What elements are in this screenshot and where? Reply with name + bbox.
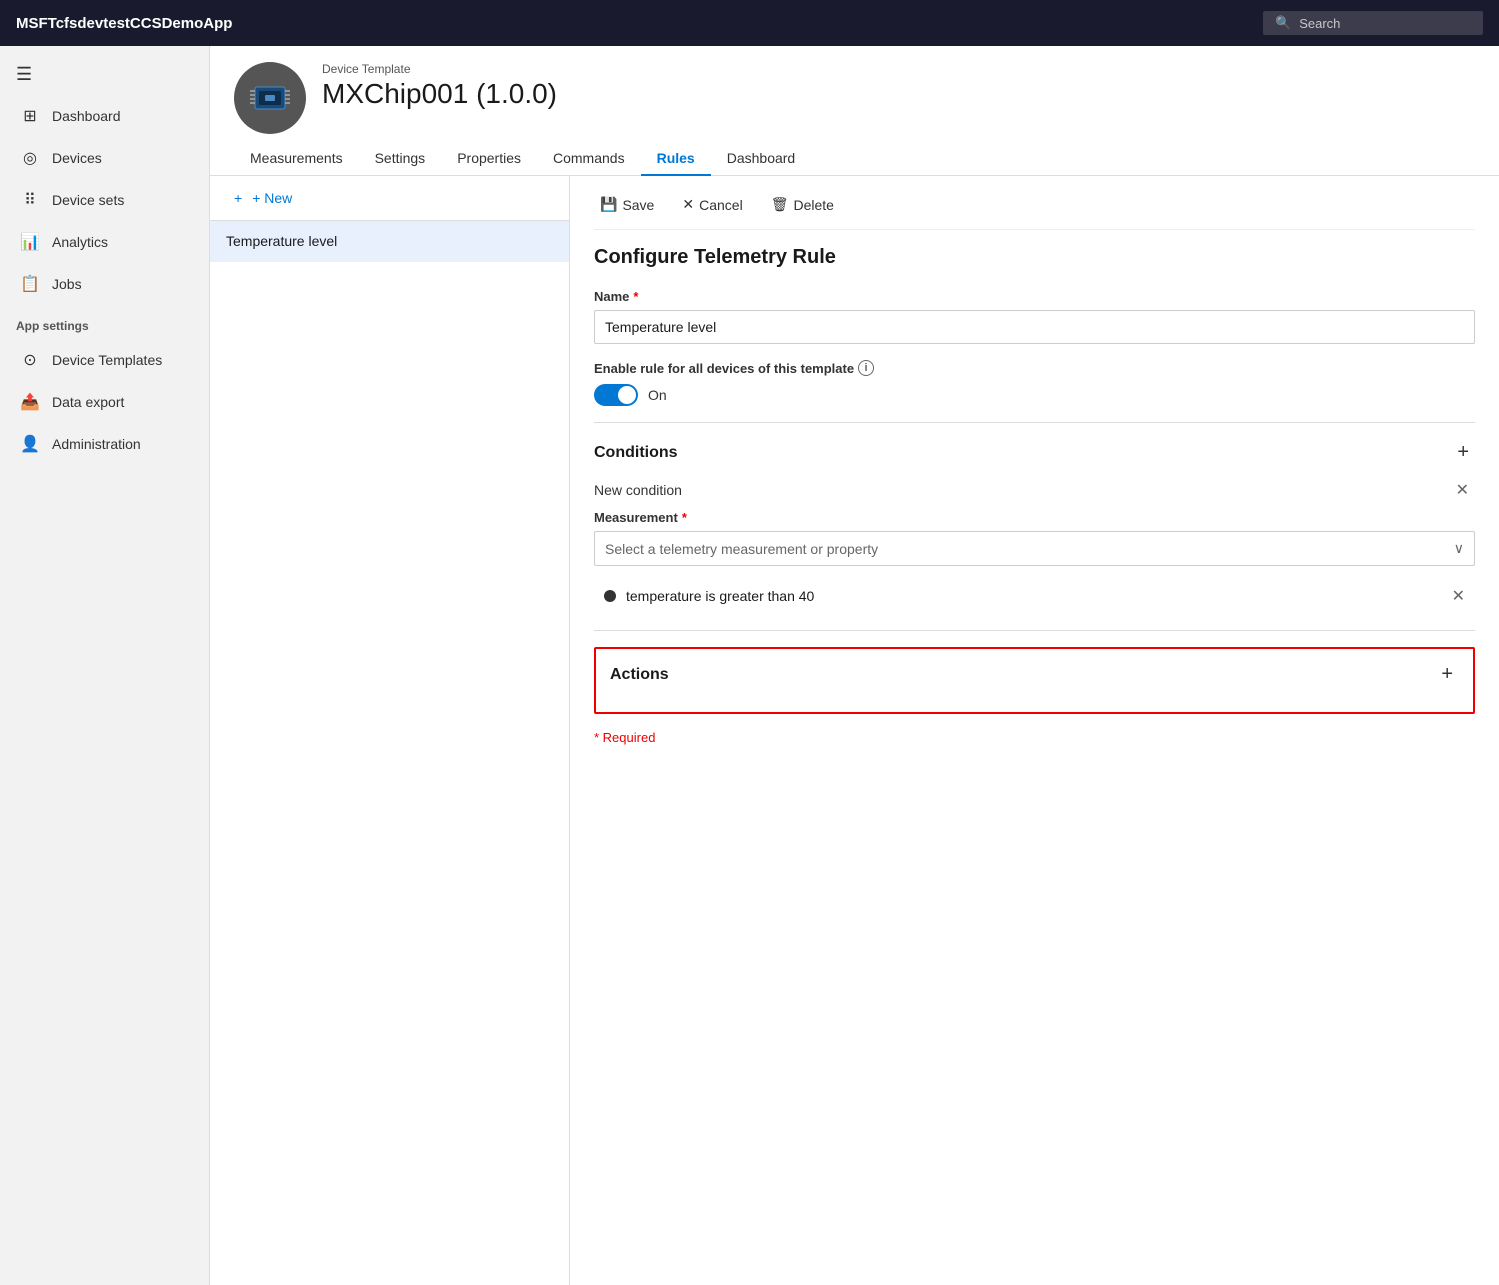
conditions-section-header: Conditions +	[594, 439, 1475, 466]
sidebar-item-label: Devices	[52, 150, 102, 166]
remove-condition-button[interactable]: ✕	[1452, 586, 1465, 606]
sidebar-item-label: Dashboard	[52, 108, 121, 124]
panels: + + New Temperature level 💾 Save	[210, 176, 1499, 1285]
sidebar-item-devices[interactable]: ◎ Devices	[4, 138, 205, 178]
left-panel: + + New Temperature level	[210, 176, 570, 1285]
sidebar-item-analytics[interactable]: 📊 Analytics	[4, 222, 205, 262]
sidebar-item-administration[interactable]: 👤 Administration	[4, 424, 205, 464]
new-condition-label: New condition	[594, 482, 682, 498]
measurement-label: Measurement *	[594, 510, 1475, 525]
device-tabs: Measurements Settings Properties Command…	[234, 142, 1475, 175]
actions-section-header: Actions +	[610, 661, 1459, 688]
rule-list-item[interactable]: Temperature level	[210, 221, 569, 262]
cancel-button[interactable]: ✕ Cancel	[676, 192, 748, 217]
chevron-down-icon: ∨	[1454, 540, 1464, 557]
save-button[interactable]: 💾 Save	[594, 192, 660, 217]
app-settings-section-label: App settings	[0, 305, 209, 339]
toggle-on-label: On	[648, 387, 667, 403]
close-condition-button[interactable]: ✕	[1450, 478, 1475, 502]
sidebar-item-label: Device Templates	[52, 352, 162, 368]
toggle-row: On	[594, 384, 1475, 406]
add-condition-button[interactable]: +	[1451, 439, 1475, 466]
left-panel-toolbar: + + New	[210, 176, 569, 221]
search-icon: 🔍	[1275, 15, 1291, 31]
enable-rule-label: Enable rule for all devices of this temp…	[594, 360, 1475, 376]
enable-rule-group: Enable rule for all devices of this temp…	[594, 360, 1475, 406]
device-template-label: Device Template	[322, 62, 557, 76]
rule-name: Temperature level	[226, 233, 337, 249]
tab-settings[interactable]: Settings	[359, 142, 442, 176]
sidebar-item-data-export[interactable]: 📤 Data export	[4, 382, 205, 422]
tab-properties[interactable]: Properties	[441, 142, 537, 176]
actions-section: Actions +	[594, 647, 1475, 714]
hamburger-button[interactable]: ☰	[0, 54, 209, 95]
administration-icon: 👤	[20, 434, 40, 454]
tab-dashboard[interactable]: Dashboard	[711, 142, 812, 176]
sidebar-item-label: Analytics	[52, 234, 108, 250]
app-title: MSFTcfsdevtestCCSDemoApp	[16, 15, 232, 32]
sidebar-item-device-templates[interactable]: ⊙ Device Templates	[4, 340, 205, 380]
name-input[interactable]	[594, 310, 1475, 344]
right-panel: 💾 Save ✕ Cancel 🗑 Delete Configure Telem…	[570, 176, 1499, 1285]
data-export-icon: 📤	[20, 392, 40, 412]
sidebar: ☰ ⊞ Dashboard ◎ Devices ⠿ Device sets 📊 …	[0, 46, 210, 1285]
condition-dot	[604, 590, 616, 602]
tab-rules[interactable]: Rules	[641, 142, 711, 176]
name-required-star: *	[633, 289, 638, 304]
delete-icon: 🗑	[771, 196, 789, 213]
condition-tag: temperature is greater than 40 ✕	[594, 578, 1475, 614]
jobs-icon: 📋	[20, 274, 40, 294]
conditions-title: Conditions	[594, 444, 678, 462]
analytics-icon: 📊	[20, 232, 40, 252]
divider-2	[594, 630, 1475, 631]
save-icon: 💾	[600, 196, 617, 213]
devices-icon: ◎	[20, 148, 40, 168]
sidebar-item-dashboard[interactable]: ⊞ Dashboard	[4, 96, 205, 136]
enable-toggle[interactable]	[594, 384, 638, 406]
condition-text: temperature is greater than 40	[626, 588, 1442, 604]
main-layout: ☰ ⊞ Dashboard ◎ Devices ⠿ Device sets 📊 …	[0, 46, 1499, 1285]
device-avatar	[234, 62, 306, 134]
device-name: MXChip001 (1.0.0)	[322, 78, 557, 110]
new-button-label: + New	[252, 190, 292, 206]
new-condition-header: New condition ✕	[594, 478, 1475, 502]
name-form-group: Name *	[594, 289, 1475, 344]
form-title: Configure Telemetry Rule	[594, 246, 1475, 269]
measurement-required-star: *	[682, 510, 687, 525]
delete-button[interactable]: 🗑 Delete	[765, 192, 840, 217]
device-sets-icon: ⠿	[20, 190, 40, 210]
sidebar-item-jobs[interactable]: 📋 Jobs	[4, 264, 205, 304]
sidebar-item-label: Data export	[52, 394, 124, 410]
measurement-placeholder: Select a telemetry measurement or proper…	[605, 541, 878, 557]
tab-commands[interactable]: Commands	[537, 142, 641, 176]
tab-measurements[interactable]: Measurements	[234, 142, 359, 176]
sidebar-item-device-sets[interactable]: ⠿ Device sets	[4, 180, 205, 220]
add-action-button[interactable]: +	[1435, 661, 1459, 688]
name-label: Name *	[594, 289, 1475, 304]
actions-title: Actions	[610, 666, 669, 684]
dashboard-icon: ⊞	[20, 106, 40, 126]
device-info: Device Template MXChip001 (1.0.0)	[322, 62, 557, 110]
right-toolbar: 💾 Save ✕ Cancel 🗑 Delete	[594, 192, 1475, 230]
info-icon: i	[858, 360, 874, 376]
cancel-icon: ✕	[682, 196, 694, 213]
topbar: MSFTcfsdevtestCCSDemoApp 🔍 Search	[0, 0, 1499, 46]
sidebar-item-label: Administration	[52, 436, 141, 452]
content-area: Device Template MXChip001 (1.0.0) Measur…	[210, 46, 1499, 1285]
divider-1	[594, 422, 1475, 423]
device-templates-icon: ⊙	[20, 350, 40, 370]
required-note: * Required	[594, 730, 1475, 745]
sidebar-item-label: Device sets	[52, 192, 124, 208]
plus-icon: +	[234, 190, 242, 206]
measurement-dropdown[interactable]: Select a telemetry measurement or proper…	[594, 531, 1475, 566]
sidebar-item-label: Jobs	[52, 276, 82, 292]
search-placeholder: Search	[1299, 16, 1340, 31]
device-header: Device Template MXChip001 (1.0.0) Measur…	[210, 46, 1499, 176]
new-rule-button[interactable]: + + New	[226, 186, 300, 210]
device-avatar-image	[245, 73, 295, 123]
search-bar[interactable]: 🔍 Search	[1263, 11, 1483, 35]
